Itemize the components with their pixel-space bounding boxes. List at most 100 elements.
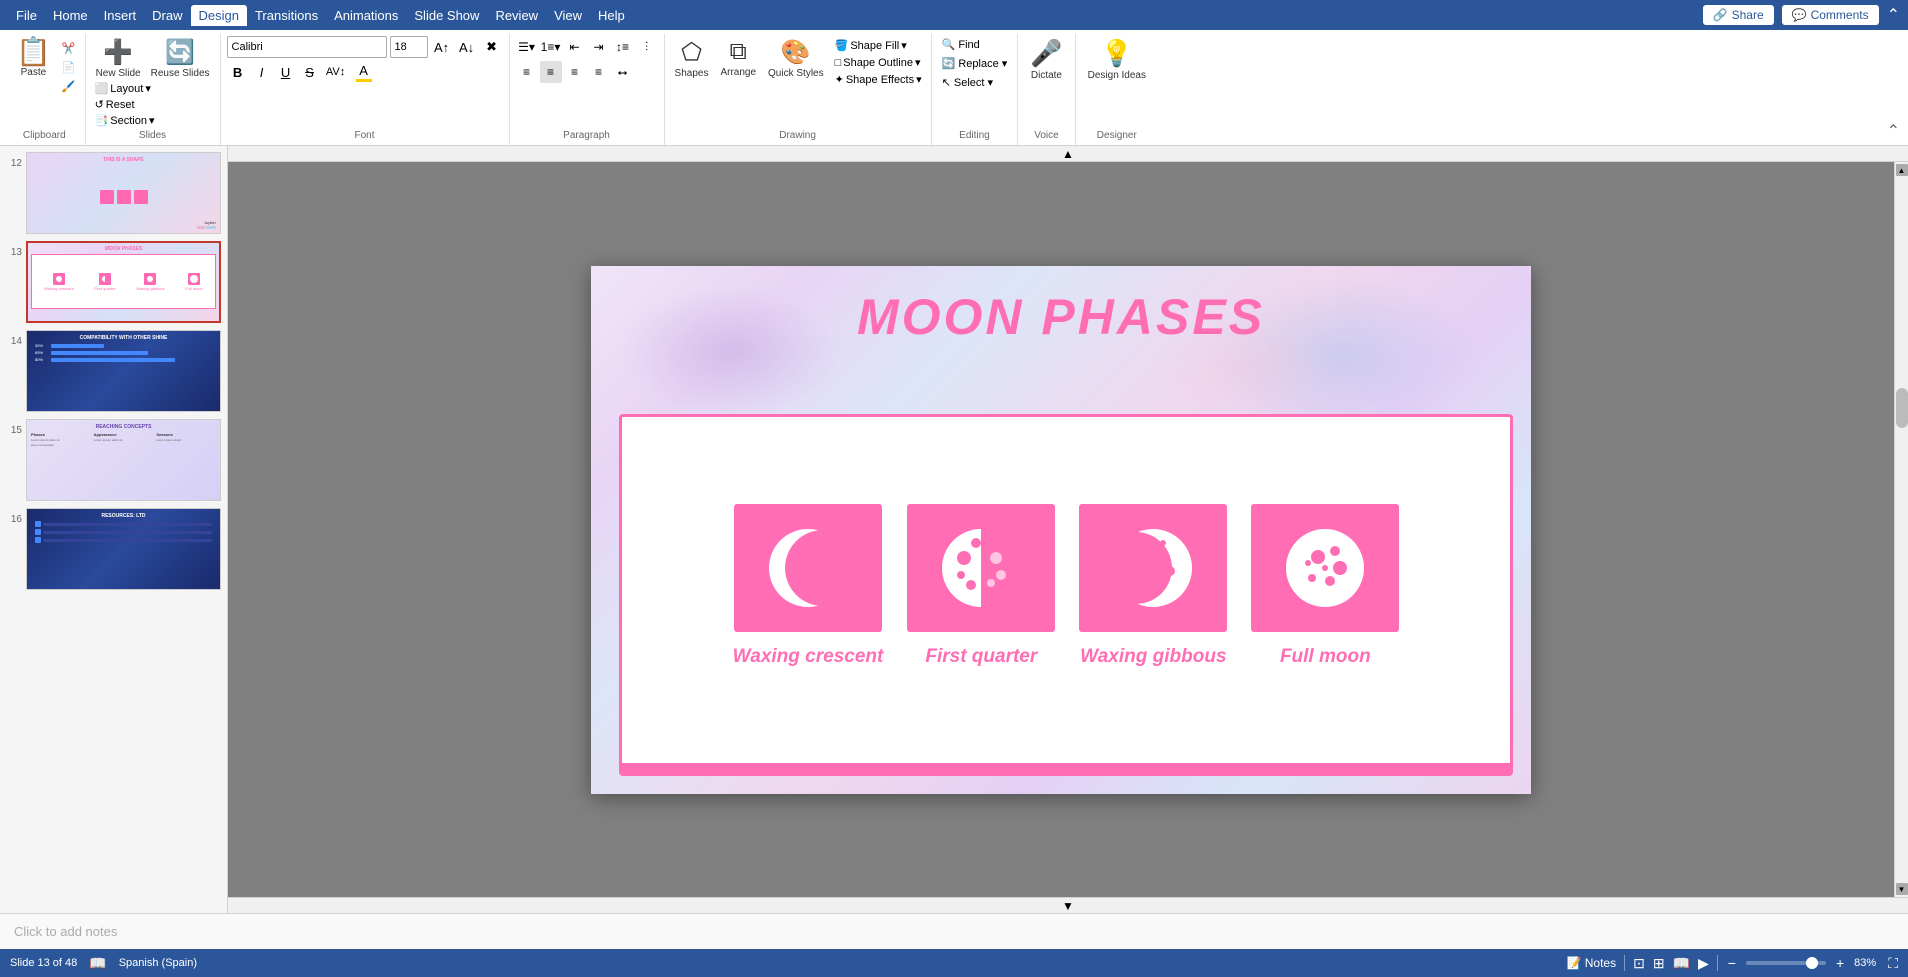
menu-item-transitions[interactable]: Transitions <box>247 5 326 26</box>
zoom-plus-button[interactable]: + <box>1834 955 1846 971</box>
replace-button[interactable]: 🔄 Replace ▾ <box>938 55 1012 72</box>
menu-item-view[interactable]: View <box>546 5 590 26</box>
italic-button[interactable]: I <box>251 61 273 83</box>
zoom-slider[interactable] <box>1746 961 1826 965</box>
scroll-thumb[interactable] <box>1896 388 1908 428</box>
waxing-crescent-label: Waxing crescent <box>733 646 884 668</box>
reading-view-button[interactable]: 📖 <box>1673 955 1690 972</box>
paste-button[interactable]: 📋 Paste <box>10 36 57 80</box>
font-color-button[interactable]: A <box>351 61 377 83</box>
moon-phase-full-moon: Full moon <box>1251 504 1399 668</box>
align-right-button[interactable]: ≡ <box>564 61 586 83</box>
numbering-button[interactable]: 1≡▾ <box>540 36 562 58</box>
menu-item-insert[interactable]: Insert <box>96 5 145 26</box>
normal-view-button[interactable]: ⊡ <box>1633 955 1645 972</box>
select-button[interactable]: ↖ Select ▾ <box>938 74 1012 91</box>
menu-item-design[interactable]: Design <box>191 5 247 26</box>
slide-image-16[interactable]: RESOURCES: LTD <box>26 508 221 590</box>
slide-image-14[interactable]: COMPATIBILITY WITH OTHER SHINE 30% 65% 8… <box>26 330 221 412</box>
reuse-slides-button[interactable]: 🔄 Reuse Slides <box>147 36 214 81</box>
shape-fill-button[interactable]: 🪣 Shape Fill ▾ <box>832 38 925 53</box>
align-center-button[interactable]: ≡ <box>540 61 562 83</box>
text-direction-button[interactable]: ⭤ <box>612 61 634 83</box>
menu-bar: File Home Insert Draw Design Transitions… <box>0 0 1908 30</box>
scroll-up-button[interactable]: ▲ <box>228 146 1908 162</box>
slide-title: MOON PHASES <box>591 288 1531 346</box>
slide-num-16: 16 <box>6 514 22 525</box>
first-quarter-label: First quarter <box>925 646 1037 668</box>
slides-group: ➕ New Slide 🔄 Reuse Slides ⬜ Layout ▾ ↺ … <box>86 34 221 145</box>
zoom-minus-button[interactable]: − <box>1726 955 1738 971</box>
moon-phase-waxing-crescent: Waxing crescent <box>733 504 884 668</box>
menu-item-slideshow[interactable]: Slide Show <box>406 5 487 26</box>
find-button[interactable]: 🔍 Find <box>938 36 1012 53</box>
copy-button[interactable]: 📄 <box>59 59 79 76</box>
menu-item-home[interactable]: Home <box>45 5 96 26</box>
fit-slide-button[interactable]: ⛶ <box>1888 955 1898 972</box>
section-button[interactable]: 📑 Section ▾ <box>92 113 214 128</box>
slide-thumb-12[interactable]: 12 THIS IS A SHAPE Jupiter <box>4 150 223 236</box>
canvas-container: ▲ MOON PHASES <box>228 146 1908 913</box>
right-scrollbar[interactable]: ▲ ▼ <box>1894 162 1908 897</box>
font-name-input[interactable]: Calibri <box>227 36 387 58</box>
reset-button[interactable]: ↺ Reset <box>92 97 214 112</box>
slide-thumb-13[interactable]: 13 MOON PHASES Waxing crescent First qua… <box>4 239 223 325</box>
menu-item-review[interactable]: Review <box>487 5 546 26</box>
shape-outline-button[interactable]: □ Shape Outline ▾ <box>832 55 925 70</box>
shapes-button[interactable]: ⬠ Shapes <box>671 36 713 81</box>
decrease-indent-button[interactable]: ⇤ <box>564 36 586 58</box>
menu-item-file[interactable]: File <box>8 5 45 26</box>
decrease-font-button[interactable]: A↓ <box>456 36 478 58</box>
underline-button[interactable]: U <box>275 61 297 83</box>
strikethrough-button[interactable]: S <box>299 61 321 83</box>
notes-button[interactable]: 📝Notes <box>1567 956 1616 970</box>
increase-font-button[interactable]: A↑ <box>431 36 453 58</box>
new-slide-button[interactable]: ➕ New Slide <box>92 36 145 81</box>
font-size-input[interactable]: 18 <box>390 36 428 58</box>
scroll-up-arrow[interactable]: ▲ <box>1896 164 1908 176</box>
clipboard-label: Clipboard <box>10 130 79 143</box>
status-divider-1 <box>1624 955 1625 971</box>
spell-check-icon[interactable]: 📖 <box>89 955 106 972</box>
menu-item-animations[interactable]: Animations <box>326 5 406 26</box>
slide-thumb-16[interactable]: 16 RESOURCES: LTD <box>4 506 223 592</box>
justify-button[interactable]: ≡ <box>588 61 610 83</box>
zoom-thumb[interactable] <box>1806 957 1818 969</box>
share-button[interactable]: 🔗Share <box>1703 5 1774 25</box>
font-label: Font <box>227 130 503 143</box>
slide-thumb-15[interactable]: 15 REACHING CONCEPTS Phases Lorem ipsum … <box>4 417 223 503</box>
format-painter-button[interactable]: 🖌️ <box>59 78 79 95</box>
design-ideas-button[interactable]: 💡 Design Ideas <box>1082 36 1152 83</box>
slide-image-15[interactable]: REACHING CONCEPTS Phases Lorem ipsum dol… <box>26 419 221 501</box>
quick-styles-button[interactable]: 🎨 Quick Styles <box>764 36 828 81</box>
comments-button[interactable]: 💬Comments <box>1782 5 1879 25</box>
shape-effects-button[interactable]: ✦ Shape Effects ▾ <box>832 72 925 87</box>
align-left-button[interactable]: ≡ <box>516 61 538 83</box>
char-spacing-button[interactable]: AV↕ <box>323 61 349 83</box>
slide-thumb-14[interactable]: 14 COMPATIBILITY WITH OTHER SHINE 30% 65… <box>4 328 223 414</box>
menu-item-draw[interactable]: Draw <box>144 5 190 26</box>
scroll-down-arrow[interactable]: ▼ <box>1896 883 1908 895</box>
menu-item-help[interactable]: Help <box>590 5 633 26</box>
clear-format-button[interactable]: ✖ <box>481 36 503 58</box>
notes-area[interactable]: Click to add notes <box>0 913 1908 949</box>
cut-button[interactable]: ✂️ <box>59 40 79 57</box>
slide-sorter-button[interactable]: ⊞ <box>1653 955 1665 972</box>
status-left: Slide 13 of 48 📖 Spanish (Spain) <box>10 955 197 972</box>
slides-label: Slides <box>92 130 214 143</box>
columns-button[interactable]: ⫶ <box>636 36 658 58</box>
slideshow-button[interactable]: ▶ <box>1698 955 1709 972</box>
arrange-button[interactable]: ⧉ Arrange <box>716 36 760 80</box>
ribbon-collapse-button[interactable]: ⌃ <box>1887 121 1900 141</box>
slide-image-12[interactable]: THIS IS A SHAPE Jupiter <box>26 152 221 234</box>
layout-button[interactable]: ⬜ Layout ▾ <box>92 81 214 96</box>
scroll-down-button[interactable]: ▼ <box>228 897 1908 913</box>
line-spacing-button[interactable]: ↕≡ <box>612 36 634 58</box>
bullets-button[interactable]: ☰▾ <box>516 36 538 58</box>
slide-image-13[interactable]: MOON PHASES Waxing crescent First quarte… <box>26 241 221 323</box>
dictate-button[interactable]: 🎤 Dictate <box>1024 36 1068 83</box>
zoom-level: 83% <box>1854 957 1876 969</box>
increase-indent-button[interactable]: ⇥ <box>588 36 610 58</box>
bold-button[interactable]: B <box>227 61 249 83</box>
canvas-area[interactable]: MOON PHASES <box>228 162 1894 897</box>
